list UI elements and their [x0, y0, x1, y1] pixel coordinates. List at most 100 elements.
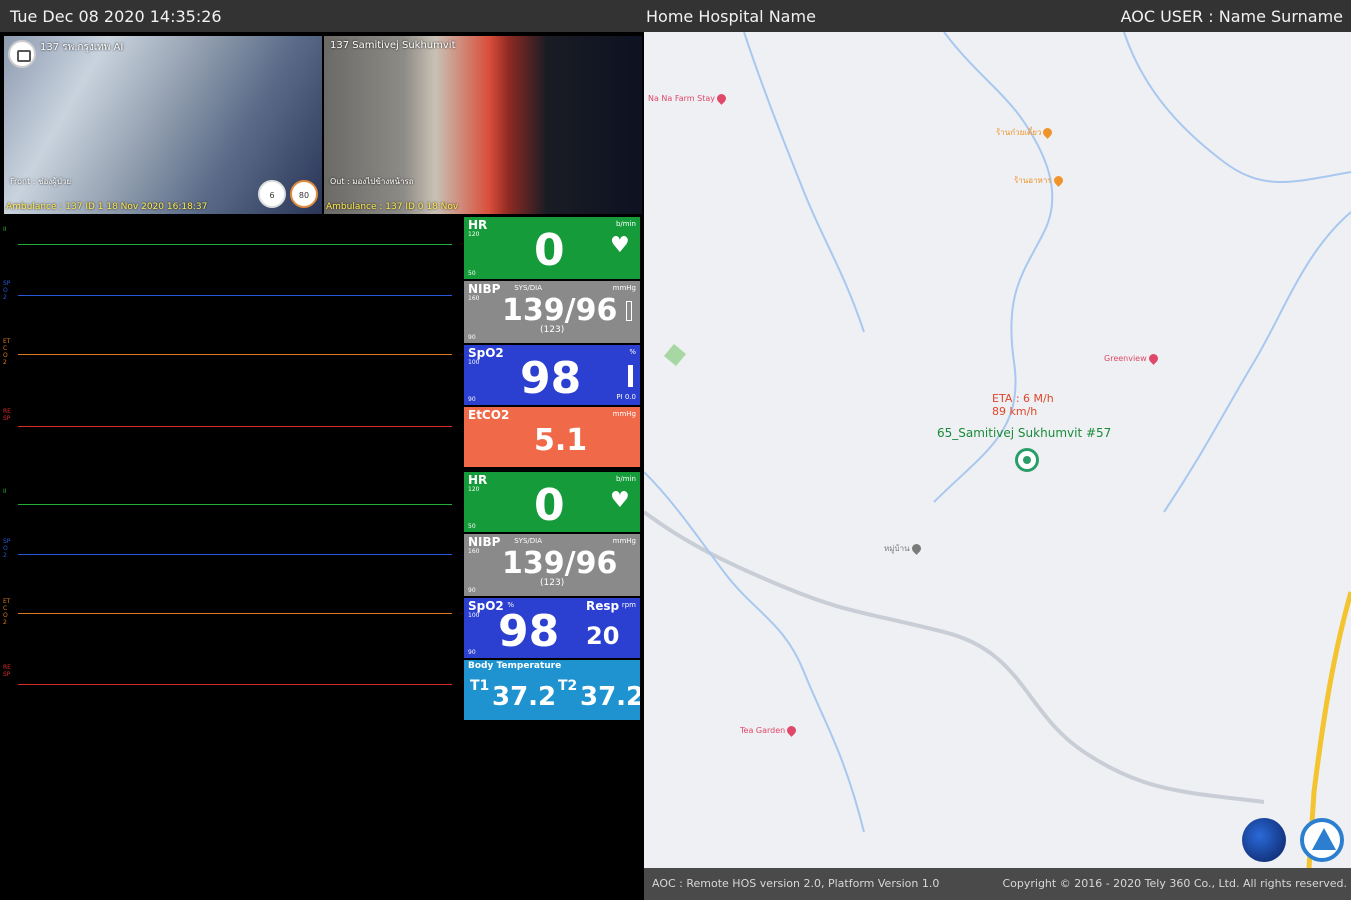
spo2-value: 98 — [498, 606, 560, 657]
map-poi[interactable]: ร้านก๋วยเตี๋ยว — [996, 126, 1055, 139]
wave-label: SPO2 — [3, 538, 11, 559]
hr-high-limit: 120 — [468, 486, 480, 493]
spo2-low-limit: 90 — [468, 649, 476, 656]
spo2-high-limit: 100 — [468, 359, 480, 366]
nibp-mean: (123) — [540, 578, 565, 588]
resp-value: 20 — [586, 622, 620, 650]
wave-label: SPO2 — [3, 280, 11, 301]
etco2-unit: mmHg — [612, 410, 636, 418]
nibp-low-limit: 90 — [468, 587, 476, 594]
hr-low-limit: 50 — [468, 523, 476, 530]
pin-icon — [1041, 126, 1055, 139]
resp-trace — [18, 426, 452, 427]
footer-bar: AOC : Remote HOS version 2.0, Platform V… — [644, 868, 1351, 900]
poi-label: Tea Garden — [740, 726, 786, 735]
map-canvas — [644, 32, 1351, 868]
spo2-unit: % — [629, 348, 636, 356]
vehicle-speed-prefix: ETA : — [992, 392, 1024, 405]
map-poi[interactable]: ร้านอาหาร — [1014, 174, 1065, 187]
temperature-label: Body Temperature — [468, 661, 562, 671]
waveform-area: II SPO2 ETCO2 RESP II SPO2 ETCO2 RESP — [0, 220, 460, 720]
nibp-high-limit: 160 — [468, 548, 480, 555]
spo2-pi: PI 0.0 — [616, 393, 636, 401]
video-title: 137 Samitivej Sukhumvit — [330, 40, 456, 51]
hr-unit: b/min — [615, 220, 636, 228]
map-poi[interactable]: Na Na Farm Stay — [648, 92, 728, 105]
ecg-trace — [18, 504, 452, 505]
spo2-tile[interactable]: SpO2 % 100 90 98 PI 0.0 — [464, 345, 640, 405]
nibp-label: NIBP — [468, 535, 501, 549]
hr-low-limit: 50 — [468, 270, 476, 277]
vitals-monitor-2: HR b/min 120 50 0 ♥ NIBP SYS/DIA mmHg 16… — [464, 472, 640, 720]
nibp-tile[interactable]: NIBP SYS/DIA mmHg 160 90 139/96 (123) — [464, 281, 640, 343]
map-view[interactable]: Na Na Farm Stay ร้านก๋วยเตี๋ยว ร้านอาหาร… — [644, 32, 1351, 868]
etco2-trace — [18, 354, 452, 355]
ambulance-marker-icon[interactable] — [1015, 448, 1039, 472]
vitals-monitor-1: HR b/min 120 50 0 ♥ NIBP SYS/DIA mmHg 16… — [464, 217, 640, 467]
hr-tile[interactable]: HR b/min 120 50 0 ♥ — [464, 217, 640, 279]
hr-tile[interactable]: HR b/min 120 50 0 ♥ — [464, 472, 640, 532]
spo2-trace — [18, 554, 452, 555]
video-footer: Ambulance : 137 ID 0 18 Nov — [326, 202, 459, 212]
video-feed-out[interactable]: 137 Samitivej Sukhumvit Out : มองไปข้างห… — [324, 36, 642, 214]
heart-icon: ♥ — [610, 488, 630, 513]
map-poi[interactable]: Greenview — [1104, 352, 1160, 365]
ecg-trace — [18, 244, 452, 245]
video-title: 137 รพ.กรุงเทพ AI — [40, 42, 124, 53]
nibp-unit: mmHg — [612, 284, 636, 292]
perfusion-bar-icon — [628, 365, 633, 387]
video-footer: Ambulance : 137 ID 1 18 Nov 2020 16:18:3… — [6, 202, 208, 212]
nibp-tile[interactable]: NIBP SYS/DIA mmHg 160 90 139/96 (123) — [464, 534, 640, 596]
etco2-trace — [18, 613, 452, 614]
t2-value: 37.2 — [580, 682, 640, 712]
nibp-value: 139/96 — [502, 293, 618, 328]
vehicle-speed-kmh: 89 km/h — [992, 405, 1038, 418]
user-label[interactable]: AOC USER : Name Surname — [1121, 7, 1343, 26]
wave-label: ETCO2 — [3, 598, 11, 626]
top-bar: Tue Dec 08 2020 14:35:26 Home Hospital N… — [0, 0, 1351, 32]
nibp-high-limit: 160 — [468, 295, 480, 302]
vehicle-name: 65_Samitivej Sukhumvit #57 — [937, 426, 1112, 440]
vehicle-speed-value: 6 M/h — [1023, 392, 1054, 405]
t1-value: 37.2 — [492, 682, 557, 712]
wave-label: RESP — [3, 664, 11, 678]
video-feed-front[interactable]: 137 รพ.กรุงเทพ AI Front : ช่องผู้ป่วย Am… — [4, 36, 322, 214]
hr-value: 0 — [534, 225, 565, 276]
version-text: AOC : Remote HOS version 2.0, Platform V… — [652, 877, 940, 890]
hr-high-limit: 120 — [468, 231, 480, 238]
poi-label: หมู่บ้าน — [884, 544, 910, 553]
camera-icon — [8, 40, 36, 68]
wave-label: II — [3, 488, 7, 495]
t2-label: T2 — [558, 678, 578, 694]
hr-value: 0 — [534, 480, 565, 531]
pin-icon — [909, 542, 923, 555]
spo2-label: SpO2 — [468, 346, 504, 360]
current-datetime: Tue Dec 08 2020 14:35:26 — [10, 7, 222, 26]
agency-logo — [1242, 818, 1286, 862]
pin-icon — [715, 92, 728, 105]
spo2-value: 98 — [520, 353, 582, 404]
temperature-tile[interactable]: Body Temperature T1 37.2 T2 37.2 — [464, 660, 640, 720]
poi-label: ร้านก๋วยเตี๋ยว — [996, 128, 1042, 137]
pin-icon — [1146, 352, 1160, 365]
etco2-value: 5.1 — [534, 423, 588, 458]
speed-limit-badge: 80 km/h — [290, 180, 318, 208]
hr-label: HR — [468, 218, 488, 232]
hospital-logo — [1300, 818, 1344, 862]
video-location: Out : มองไปข้างหน้ารถ — [330, 177, 414, 186]
hr-label: HR — [468, 473, 488, 487]
nibp-value: 139/96 — [502, 546, 618, 581]
etco2-tile[interactable]: EtCO2 mmHg 5.1 — [464, 407, 640, 467]
resp-trace — [18, 684, 452, 685]
poi-label: ร้านอาหาร — [1014, 176, 1052, 185]
t1-label: T1 — [470, 678, 490, 694]
nibp-unit: mmHg — [612, 537, 636, 545]
nibp-low-limit: 90 — [468, 334, 476, 341]
map-poi[interactable]: Tea Garden — [740, 724, 799, 737]
poi-label: Na Na Farm Stay — [648, 94, 715, 103]
map-poi[interactable]: หมู่บ้าน — [884, 542, 923, 555]
nibp-sub: SYS/DIA — [514, 284, 542, 292]
pin-icon — [1051, 174, 1065, 187]
vehicle-speed: ETA : 6 M/h 89 km/h — [992, 392, 1054, 418]
spo2-resp-tile[interactable]: SpO2 % 100 90 98 Resp rpm 20 — [464, 598, 640, 658]
